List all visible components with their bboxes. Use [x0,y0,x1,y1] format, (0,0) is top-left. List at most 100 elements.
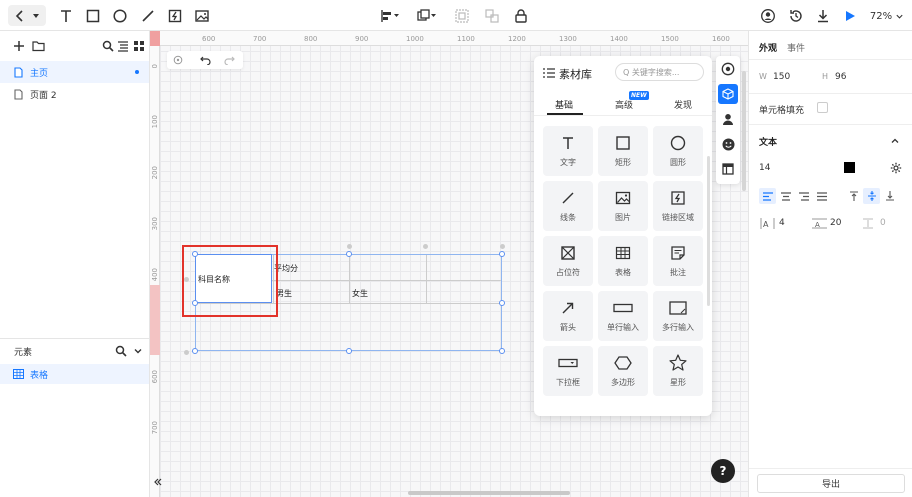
help-button[interactable]: ? [711,459,735,483]
image-tool-icon[interactable] [192,6,212,26]
search-icon[interactable] [101,39,115,53]
preview-play-icon[interactable] [840,6,860,26]
library-item-placeholder[interactable]: 占位符 [543,236,593,286]
design-canvas[interactable]: 600 700 800 900 1000 1100 1200 1300 1400 1500 1600… [150,31,748,497]
align-left-icon [762,191,773,201]
group-icon[interactable] [452,6,472,26]
template-library-icon[interactable] [718,159,738,179]
redo-icon[interactable] [222,53,236,67]
export-button[interactable]: 导出 [757,474,905,493]
paragraph-spacing-input[interactable]: 0 [880,218,886,228]
history-icon[interactable] [786,6,806,26]
library-item-image[interactable]: 图片 [598,181,648,231]
align-left-button[interactable] [759,188,776,204]
target-library-icon[interactable] [718,59,738,79]
cell-fill-checkbox[interactable] [817,102,828,113]
settings-gear-icon[interactable] [889,161,903,175]
library-scrollbar[interactable] [707,156,710,306]
library-item-circle[interactable]: 圆形 [653,126,703,176]
valign-bottom-button[interactable] [881,188,898,204]
resize-handle[interactable] [499,251,505,257]
element-item-table[interactable]: 表格 [0,364,149,384]
library-item-table[interactable]: 表格 [598,236,648,286]
column-marker[interactable] [423,244,428,249]
target-icon[interactable] [171,53,185,67]
resize-handle[interactable] [499,300,505,306]
add-page-icon[interactable] [12,39,26,53]
grid-view-icon[interactable] [132,39,146,53]
library-search-input[interactable]: Q 关键字搜索... [615,63,704,81]
add-folder-icon[interactable] [31,39,45,53]
person-library-icon[interactable] [718,109,738,129]
library-tab-basic[interactable]: 基础 [555,98,573,111]
library-item-star[interactable]: 星形 [653,346,703,396]
ungroup-icon[interactable] [482,6,502,26]
text-tool-icon[interactable] [56,6,76,26]
line-tool-icon[interactable] [138,6,158,26]
line-height-input[interactable]: 20 [830,218,841,228]
library-item-note[interactable]: 批注 [653,236,703,286]
width-input[interactable]: 150 [773,72,790,82]
resize-handle[interactable] [192,251,198,257]
vertical-scrollbar[interactable] [742,71,746,191]
item-label: 图片 [615,212,631,222]
row-marker[interactable] [184,277,189,282]
emoji-library-icon[interactable] [718,134,738,154]
lock-icon[interactable] [511,6,531,26]
elements-collapse-icon[interactable] [131,344,145,358]
letter-spacing-input[interactable]: 4 [779,218,785,228]
valign-middle-button[interactable] [863,188,880,204]
align-justify-button[interactable] [813,188,830,204]
rectangle-tool-icon[interactable] [83,6,103,26]
height-input[interactable]: 96 [835,72,846,82]
download-icon[interactable] [813,6,833,26]
resize-handle[interactable] [192,348,198,354]
library-item-arrow[interactable]: 箭头 [543,291,593,341]
library-item-rectangle[interactable]: 矩形 [598,126,648,176]
resize-handle[interactable] [499,348,505,354]
library-item-textarea[interactable]: 多行输入 [653,291,703,341]
tab-appearance[interactable]: 外观 [759,41,777,54]
collapse-panel-icon[interactable] [150,474,166,490]
text-color-swatch[interactable] [844,162,855,173]
library-item-line[interactable]: 线条 [543,181,593,231]
library-item-text[interactable]: 文字 [543,126,593,176]
arrange-dropdown-icon[interactable] [415,6,439,26]
element-label: 表格 [30,371,49,381]
align-right-button[interactable] [795,188,812,204]
library-item-polygon[interactable]: 多边形 [598,346,648,396]
library-item-hotspot[interactable]: 链接区域 [653,181,703,231]
library-item-input[interactable]: 单行输入 [598,291,648,341]
horizontal-scrollbar[interactable] [408,491,570,495]
resize-handle[interactable] [346,251,352,257]
back-dropdown-button[interactable] [8,5,46,26]
sort-list-icon[interactable] [116,39,130,53]
table-icon [615,246,631,259]
zoom-dropdown[interactable]: 72% [866,8,908,24]
library-tab-discover[interactable]: 发现 [674,98,692,111]
page-item-home[interactable]: 主页 [0,61,149,83]
hotspot-tool-icon[interactable] [165,6,185,26]
column-marker[interactable] [500,244,505,249]
valign-top-button[interactable] [845,188,862,204]
chevron-up-icon[interactable] [889,135,901,147]
align-dropdown-icon[interactable] [378,6,402,26]
properties-panel: 外观 事件 W 150 H 96 单元格填充 文本 14 A 4 A 20 0 … [748,31,912,497]
resize-handle[interactable] [192,300,198,306]
align-center-button[interactable] [777,188,794,204]
page-item-2[interactable]: 页面 2 [0,83,149,105]
elements-search-icon[interactable] [114,344,128,358]
table-cell[interactable]: 女生 [352,288,368,299]
rectangle-icon [616,135,630,150]
row-marker[interactable] [184,350,189,355]
undo-icon[interactable] [198,53,212,67]
column-marker[interactable] [347,244,352,249]
cube-library-icon[interactable] [718,84,738,104]
resize-handle[interactable] [346,348,352,354]
font-size-input[interactable]: 14 [759,163,770,173]
user-icon[interactable] [758,6,778,26]
library-item-select[interactable]: 下拉框 [543,346,593,396]
table-cell[interactable]: 男生 [276,288,292,299]
circle-tool-icon[interactable] [110,6,130,26]
tab-events[interactable]: 事件 [787,41,805,54]
